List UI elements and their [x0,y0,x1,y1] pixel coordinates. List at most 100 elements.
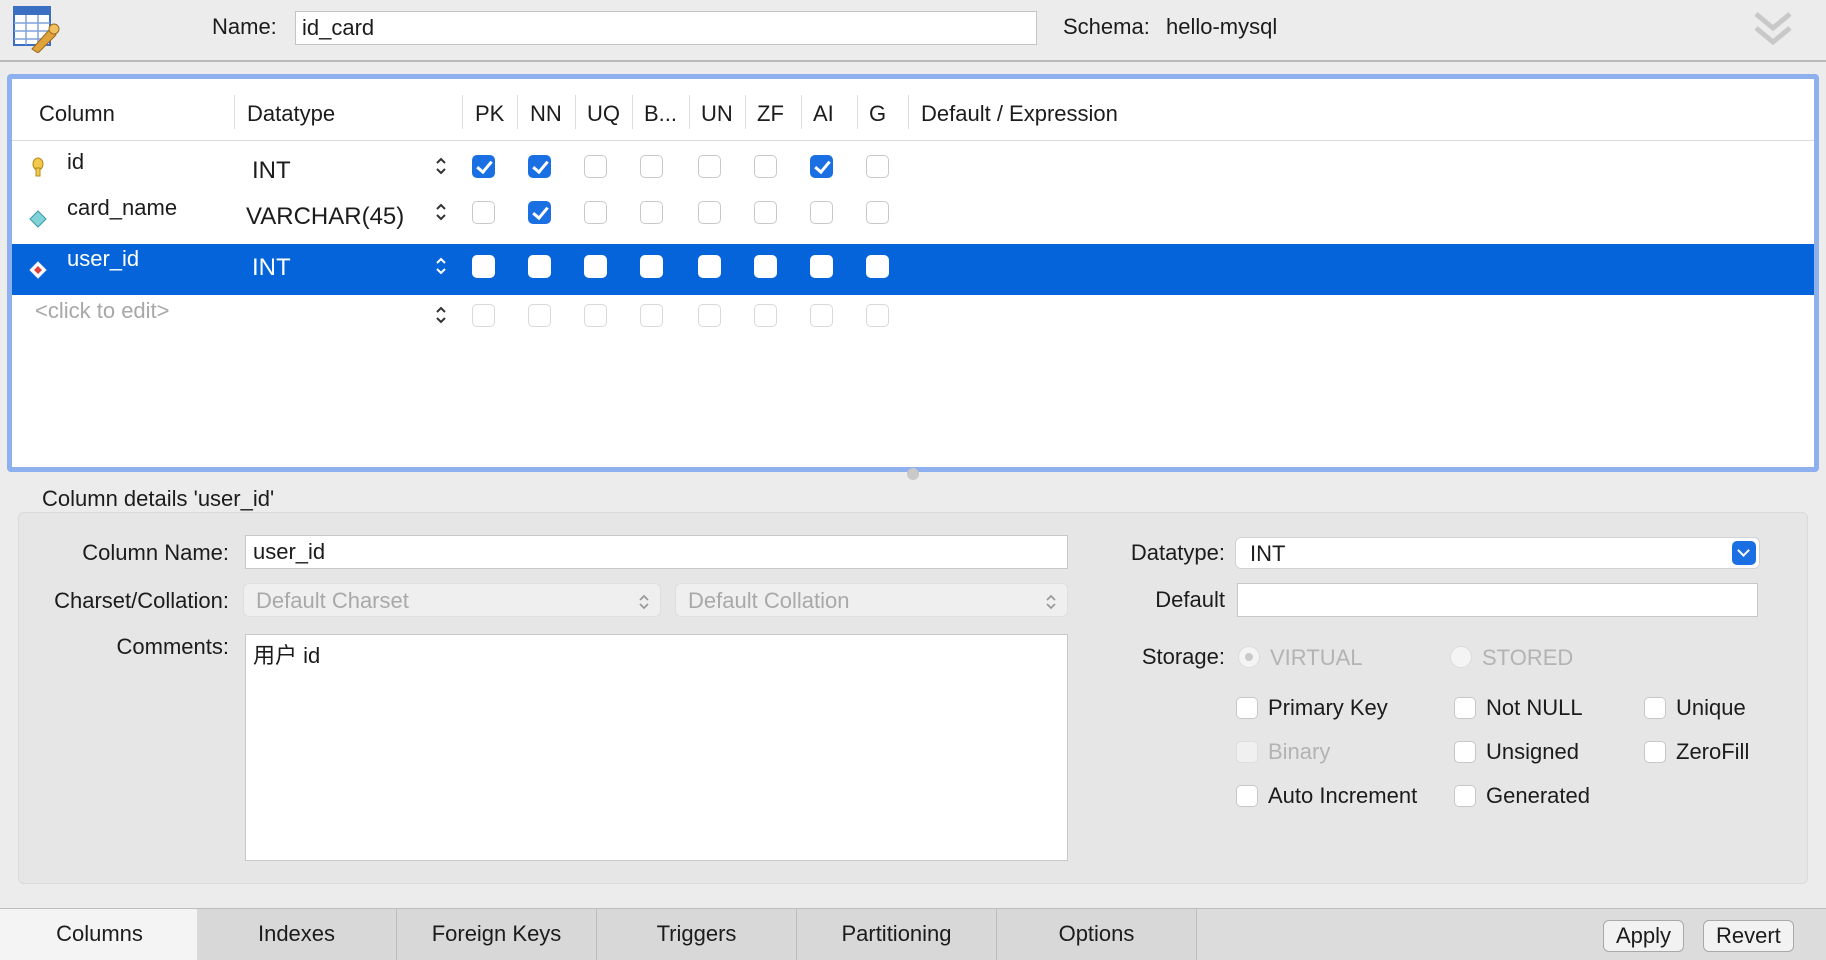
table-name-input[interactable] [295,11,1037,45]
header-uq[interactable]: UQ [587,101,620,127]
primary-key-checkbox[interactable] [1236,697,1258,719]
un-checkbox[interactable] [698,201,721,224]
header-g[interactable]: G [869,101,886,127]
header-binary[interactable]: B... [644,101,677,127]
collapse-chevron-icon[interactable] [1752,8,1794,50]
uq-checkbox[interactable] [584,255,607,278]
header-default-expression[interactable]: Default / Expression [921,101,1118,127]
g-checkbox[interactable] [866,201,889,224]
unique-checkbox[interactable] [1644,697,1666,719]
collation-select[interactable]: Default Collation [675,583,1068,617]
columns-grid[interactable]: Column Datatype PK NN UQ B... UN ZF AI G… [7,74,1819,472]
un-checkbox[interactable] [698,255,721,278]
comments-textarea[interactable]: 用户 id [245,634,1068,861]
column-name-input[interactable] [245,535,1068,569]
comments-label: Comments: [116,634,229,659]
stored-label: STORED [1482,645,1574,670]
g-checkbox[interactable] [866,304,889,327]
not-null-checkbox[interactable] [1454,697,1476,719]
tab-options[interactable]: Options [997,909,1197,960]
datatype-cell[interactable]: VARCHAR(45) [246,203,404,231]
datatype-stepper-icon[interactable] [434,201,448,223]
editor-tabbar: Columns Indexes Foreign Keys Triggers Pa… [0,908,1826,960]
tab-foreign-keys[interactable]: Foreign Keys [397,909,597,960]
binary-checkbox[interactable] [640,304,663,327]
uq-checkbox[interactable] [584,201,607,224]
stored-radio[interactable] [1450,646,1472,668]
column-name-cell[interactable]: user_id [67,246,139,272]
primary-key-icon [32,157,44,177]
auto-increment-checkbox[interactable] [1236,785,1258,807]
primary-key-label: Primary Key [1268,695,1388,720]
tab-partitioning[interactable]: Partitioning [797,909,997,960]
datatype-stepper-icon[interactable] [434,255,448,277]
unsigned-checkbox[interactable] [1454,741,1476,763]
ai-checkbox[interactable] [810,255,833,278]
zf-checkbox[interactable] [754,155,777,178]
table-row[interactable]: card_name VARCHAR(45) [12,193,1814,244]
header-column[interactable]: Column [39,101,115,127]
g-checkbox[interactable] [866,155,889,178]
tab-indexes[interactable]: Indexes [197,909,397,960]
column-details-title: Column details 'user_id' [42,486,275,511]
uq-checkbox[interactable] [584,155,607,178]
editor-header: Name: Schema: hello-mysql [0,0,1826,62]
datatype-cell[interactable]: INT [252,254,291,282]
binary-checkbox[interactable] [1236,741,1258,763]
column-name-cell[interactable]: card_name [67,195,177,221]
ai-checkbox[interactable] [810,155,833,178]
binary-label: Binary [1268,739,1331,764]
un-checkbox[interactable] [698,304,721,327]
virtual-label: VIRTUAL [1270,645,1363,670]
pk-checkbox[interactable] [472,255,495,278]
header-pk[interactable]: PK [475,101,504,127]
table-row[interactable]: id INT [12,141,1814,192]
uq-checkbox[interactable] [584,304,607,327]
tab-columns[interactable]: Columns [0,909,200,960]
datatype-stepper-icon[interactable] [434,304,448,326]
pk-checkbox[interactable] [472,201,495,224]
header-datatype[interactable]: Datatype [247,101,335,127]
default-input[interactable] [1237,583,1758,617]
click-to-edit-placeholder[interactable]: <click to edit> [35,298,170,324]
tab-triggers[interactable]: Triggers [597,909,797,960]
binary-checkbox[interactable] [640,255,663,278]
schema-value: hello-mysql [1166,14,1278,39]
charset-select[interactable]: Default Charset [243,583,661,617]
binary-checkbox[interactable] [640,201,663,224]
splitter-handle[interactable] [907,468,919,480]
datatype-cell[interactable]: INT [252,157,291,185]
ai-checkbox[interactable] [810,304,833,327]
select-arrows-icon [1046,594,1056,610]
header-nn[interactable]: NN [530,101,562,127]
nn-checkbox[interactable] [528,304,551,327]
pk-checkbox[interactable] [472,155,495,178]
dropdown-chevron-icon[interactable] [1732,541,1756,565]
binary-checkbox[interactable] [640,155,663,178]
ai-checkbox[interactable] [810,201,833,224]
nn-checkbox[interactable] [528,201,551,224]
new-column-row[interactable]: <click to edit> [12,296,1814,347]
column-name-cell[interactable]: id [67,149,84,175]
nn-checkbox[interactable] [528,155,551,178]
header-un[interactable]: UN [701,101,733,127]
generated-checkbox[interactable] [1454,785,1476,807]
apply-button[interactable]: Apply [1603,920,1685,952]
zf-checkbox[interactable] [754,201,777,224]
zerofill-label: ZeroFill [1676,739,1750,764]
zerofill-checkbox[interactable] [1644,741,1666,763]
zf-checkbox[interactable] [754,255,777,278]
datatype-stepper-icon[interactable] [434,155,448,177]
header-ai[interactable]: AI [813,101,834,127]
revert-button[interactable]: Revert [1703,920,1794,952]
zf-checkbox[interactable] [754,304,777,327]
table-row-selected[interactable]: user_id INT [12,244,1814,295]
nn-checkbox[interactable] [528,255,551,278]
virtual-radio[interactable] [1238,646,1260,668]
generated-label: Generated [1486,783,1590,808]
un-checkbox[interactable] [698,155,721,178]
header-zf[interactable]: ZF [757,101,784,127]
datatype-select[interactable]: INT [1235,537,1760,569]
pk-checkbox[interactable] [472,304,495,327]
g-checkbox[interactable] [866,255,889,278]
